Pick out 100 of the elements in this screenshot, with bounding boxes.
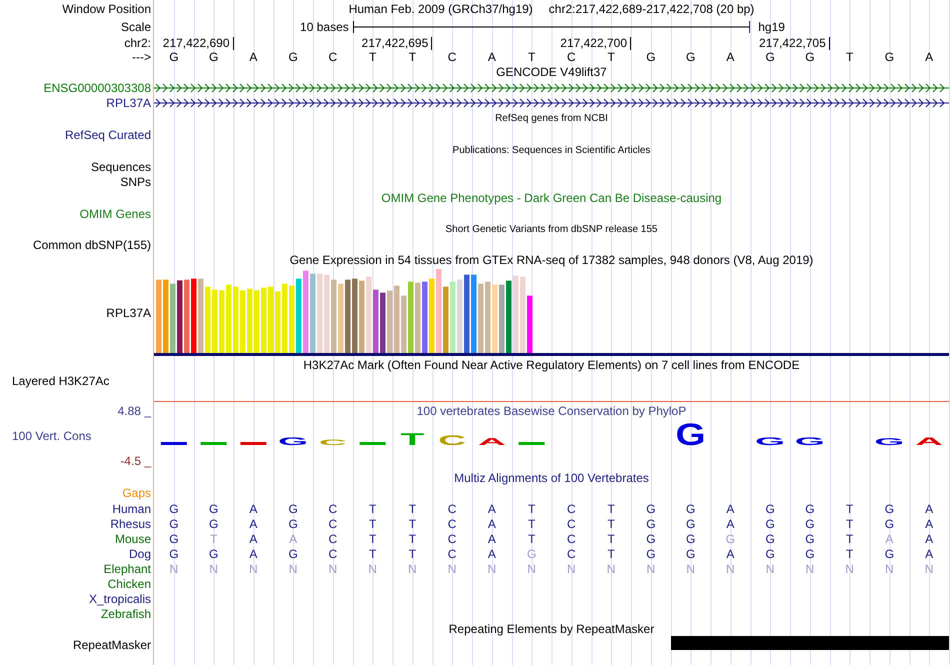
sequence-base: C [448,51,456,63]
alignment-base: G [288,518,298,530]
alignment-base: T [408,532,416,544]
sequence-base: G [805,51,815,63]
track-title: GENCODE V49lift37 [496,66,607,78]
alignment-base: G [169,518,179,530]
alignment-base: A [925,548,934,560]
species-label[interactable]: Dog [128,548,151,560]
alignment-base: G [288,502,298,514]
track-title: Short Genetic Variants from dbSNP release 155 [446,224,658,234]
alignment-base: G [686,502,696,514]
scale-ruler-label: 10 bases [300,21,350,33]
alignment-base: G [686,518,696,530]
alignment-base: T [528,518,536,530]
assembly-label: hg19 [757,21,786,33]
species-label[interactable]: Elephant [104,562,151,574]
alignment-base: T [607,548,615,560]
alignment-base: A [726,518,734,530]
sequence-base: T [408,51,416,63]
track-label[interactable]: RPL37A [106,306,151,318]
conservation-logo-letter: G [676,418,706,451]
species-label[interactable]: Human [112,502,151,514]
alignment-base: N [646,562,656,574]
track-label[interactable]: RepeatMasker [72,639,151,651]
track-title: OMIM Gene Phenotypes - Dark Green Can Be Disease-causing [381,192,722,204]
alignment-base: G [646,518,656,530]
track-title: H3K27Ac Mark (Often Found Near Active Regulatory Elements) on 7 cell lines from ENCODE [303,359,800,371]
axis-min-label: -4.5 _ [120,455,151,467]
track-title: 100 vertebrates Basewise Conservation by PhyloP [416,405,686,417]
alignment-base: N [606,562,616,574]
species-label[interactable]: Mouse [114,532,151,544]
alignment-base: T [846,548,854,560]
alignment-base: A [925,518,934,530]
track-label[interactable]: Sequences [90,160,151,172]
track-label[interactable]: Layered H3K27Ac [0,375,110,387]
alignment-base: N [806,562,814,574]
alignment-base: G [805,532,815,544]
track-label[interactable]: Common dbSNP(155) [32,238,151,250]
sequence-base: C [328,51,338,63]
alignment-base: T [528,502,536,514]
track-title: Repeating Elements by RepeatMasker [448,623,654,635]
alignment-base: C [328,502,338,514]
track-title: Gene Expression in 54 tissues from GTEx RNA-seq of 17382 samples, 948 donors (V8, Aug 2019) [290,254,814,266]
alignment-base: A [488,532,496,544]
alignment-base: T [368,502,376,514]
gene-label[interactable]: ENSG00000303308 [44,82,151,94]
sequence-base: C [567,51,576,63]
alignment-base: T [607,502,615,514]
alignment-base: C [567,532,576,544]
sequence-base: A [726,51,734,63]
conservation-logo-letter: G [755,435,786,448]
alignment-base: G [765,548,775,560]
species-label[interactable]: Zebrafish [100,608,151,620]
track-title: Publications: Sequences in Scientific Articles [452,146,650,156]
alignment-base: G [726,532,736,544]
gene-label[interactable]: RPL37A [106,96,151,108]
species-label[interactable]: Chicken [108,578,151,590]
alignment-base: N [567,562,576,574]
alignment-base: T [607,518,615,530]
alignment-base: G [169,532,179,544]
species-label[interactable]: Rhesus [110,518,151,530]
chromosome-label: chr2: [124,37,151,49]
track-label[interactable]: 100 Vert. Cons [0,430,151,442]
track-label[interactable]: SNPs [120,176,151,188]
alignment-base: G [765,502,775,514]
alignment-base: C [328,532,338,544]
track-label: Window Position [62,3,151,15]
alignment-base: N [885,562,894,574]
alignment-base: N [249,562,258,574]
alignment-base: G [884,548,894,560]
sequence-base: A [249,51,258,63]
strand-label: ---> [132,51,151,63]
alignment-base: G [208,548,218,560]
track-title: RefSeq genes from NCBI [495,114,608,124]
species-label[interactable]: X_tropicalis [88,592,151,604]
alignment-base: A [249,548,258,560]
alignment-base: G [288,548,298,560]
gene-strand-arrows-drawing[interactable] [154,82,949,94]
alignment-base: C [567,518,576,530]
track-label[interactable]: RefSeq Curated [64,128,151,140]
position-range: chr2:217,422,689-217,422,708 (20 bp) [548,3,754,15]
alignment-base: T [408,502,416,514]
conservation-logo-letter: C [438,433,466,448]
sequence-base: G [765,51,775,63]
alignment-base: T [607,532,615,544]
alignment-base: N [527,562,536,574]
sequence-base: A [488,51,496,63]
gene-strand-arrows-drawing[interactable] [154,96,949,108]
alignment-base: A [249,532,258,544]
alignment-base: G [765,518,775,530]
alignment-base: N [924,562,934,574]
alignment-base: G [805,502,815,514]
track-label[interactable]: OMIM Genes [80,208,151,220]
alignment-base: G [646,548,656,560]
track-title: Multiz Alignments of 100 Vertebrates [454,472,649,484]
alignment-base: N [448,562,456,574]
alignment-base: T [368,532,376,544]
alignment-base: C [328,548,338,560]
sequence-base: G [646,51,656,63]
sequence-base: T [607,51,615,63]
